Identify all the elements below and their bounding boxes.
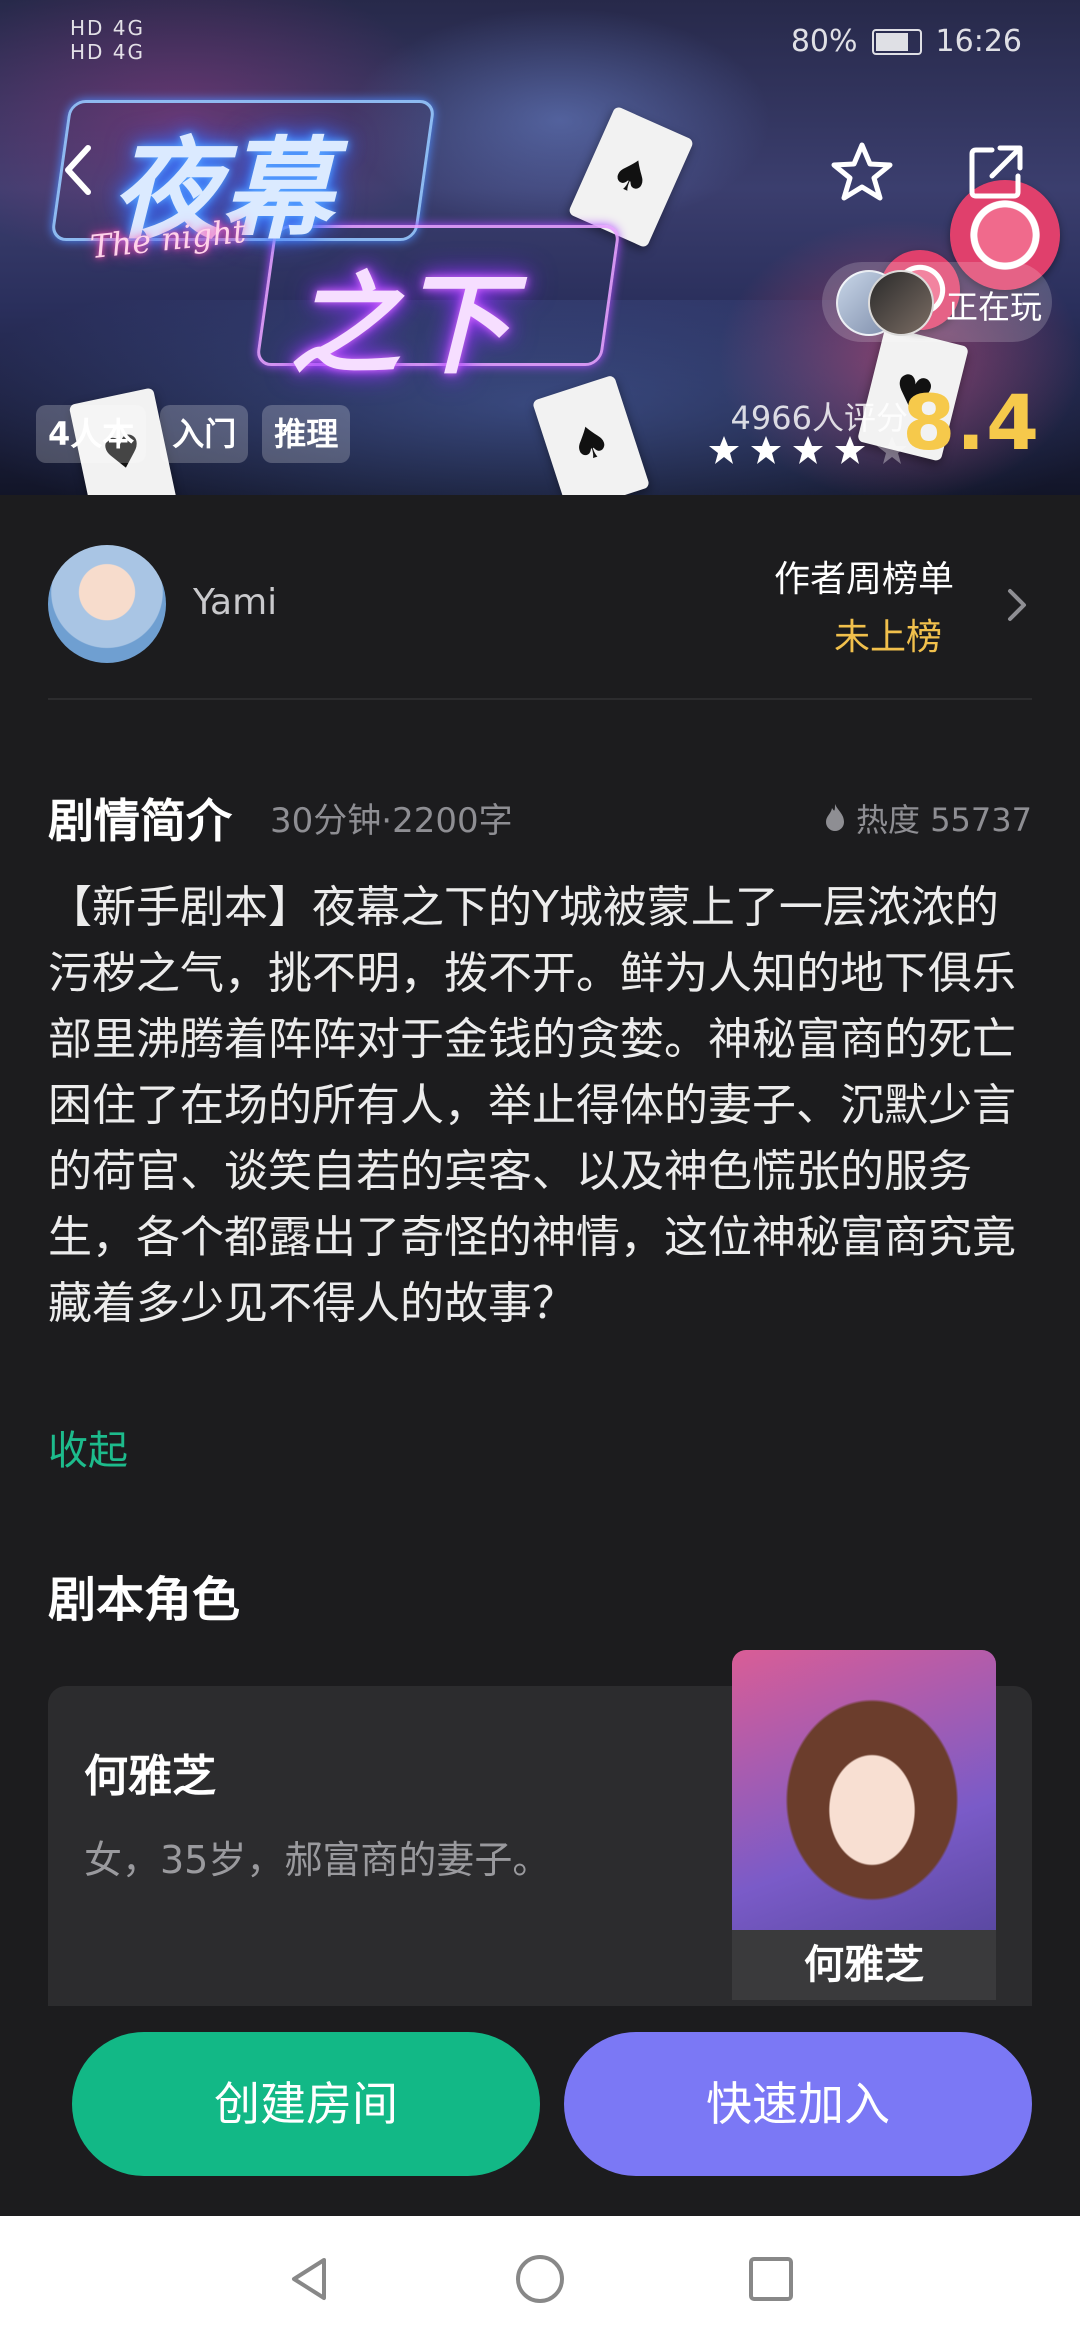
divider <box>48 698 1032 700</box>
signal-indicator: HD 4G <box>70 16 146 40</box>
tag-list: 4人本 入门 推理 <box>36 405 351 463</box>
network-indicators: HD 4G HD 4G <box>70 16 145 64</box>
synopsis-meta: 30分钟·2200字 <box>270 801 513 841</box>
role-portrait[interactable]: 何雅芝 <box>732 1650 996 2000</box>
heat-value: 热度 55737 <box>856 801 1032 839</box>
create-room-button[interactable]: 创建房间 <box>72 2032 540 2176</box>
synopsis-text: 【新手剧本】夜幕之下的Y城被蒙上了一层浓浓的污秽之气，挑不明，拨不开。鲜为人知的… <box>48 882 1016 1329</box>
chevron-right-icon[interactable] <box>1002 583 1032 627</box>
logo-title-line2: 之下 <box>290 260 510 389</box>
flame-icon <box>826 804 845 831</box>
role-portrait-label: 何雅芝 <box>732 1930 996 2000</box>
game-logo: 夜幕 之下 The night <box>50 100 621 389</box>
signal-indicator: HD 4G <box>70 40 146 64</box>
heat-indicator: 热度 55737 <box>822 795 1032 841</box>
star-filled-icon <box>835 436 865 464</box>
star-filled-icon <box>751 436 781 464</box>
hero-banner: ♠ ♠ ♥ ♥ HD 4G HD 4G 80% 16:26 夜幕 之下 The … <box>0 0 1080 495</box>
system-nav-bar <box>0 2216 1080 2340</box>
battery-icon <box>871 28 922 55</box>
back-arrow-icon[interactable] <box>58 140 98 200</box>
now-playing-pill[interactable]: 正在玩 <box>822 262 1052 342</box>
share-icon[interactable] <box>966 142 1026 202</box>
tag-difficulty: 入门 <box>160 405 249 463</box>
role-name: 何雅芝 <box>84 1751 216 1802</box>
tag-player-count: 4人本 <box>36 405 147 463</box>
author-rank-status: 未上榜 <box>833 617 942 658</box>
star-filled-icon <box>793 436 823 464</box>
collapse-link[interactable]: 收起 <box>48 1418 128 1476</box>
author-weekly-rank-label: 作者周榜单 <box>773 559 954 600</box>
author-avatar[interactable] <box>48 545 166 663</box>
rating-stars <box>708 434 908 466</box>
recent-square-icon[interactable] <box>744 2252 798 2306</box>
author-name: Yami <box>193 582 278 623</box>
role-description: 女，35岁，郝富商的妻子。 <box>84 1838 551 1882</box>
author-row[interactable]: Yami 作者周榜单 未上榜 <box>48 545 1032 695</box>
rating-score: 8.4 <box>902 378 1040 467</box>
roles-title: 剧本角色 <box>48 1572 241 1628</box>
synopsis-header: 剧情简介 30分钟·2200字 热度 55737 <box>48 785 1032 848</box>
home-circle-icon[interactable] <box>513 2252 567 2306</box>
quick-join-button[interactable]: 快速加入 <box>564 2032 1032 2176</box>
tag-genre: 推理 <box>262 405 351 463</box>
rating-count: 4966人评分 <box>730 399 908 437</box>
star-empty-icon <box>877 436 907 464</box>
status-bar: HD 4G HD 4G 80% 16:26 <box>0 0 1080 80</box>
clock: 16:26 <box>935 24 1022 59</box>
battery-percent: 80% <box>790 24 858 59</box>
synopsis-title: 剧情简介 <box>48 794 232 848</box>
star-filled-icon <box>709 436 739 464</box>
now-playing-label: 正在玩 <box>946 288 1043 326</box>
favorite-star-icon[interactable] <box>830 140 894 204</box>
back-triangle-icon[interactable] <box>282 2252 336 2306</box>
player-avatar <box>868 270 934 336</box>
